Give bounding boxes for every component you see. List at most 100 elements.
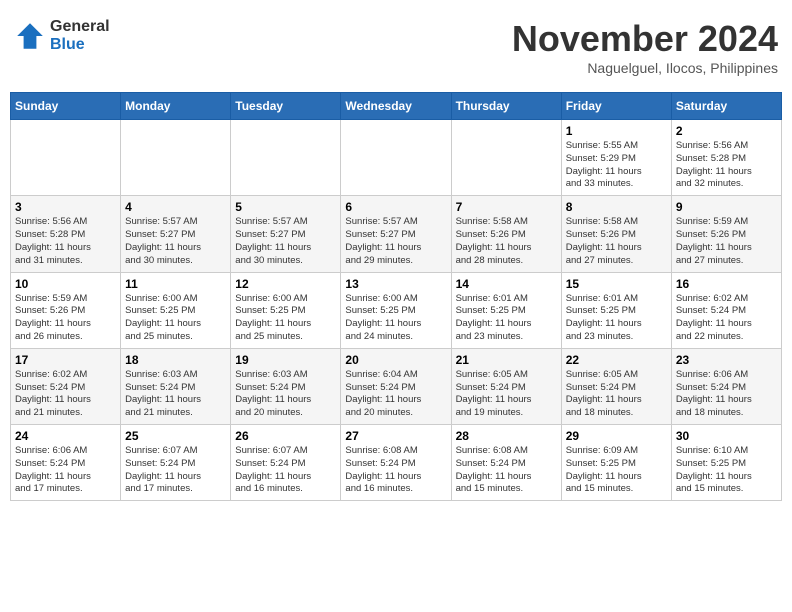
day-number: 28 <box>456 429 557 443</box>
week-row-1: 1Sunrise: 5:55 AM Sunset: 5:29 PM Daylig… <box>11 120 782 196</box>
day-number: 17 <box>15 353 116 367</box>
day-number: 7 <box>456 200 557 214</box>
day-info: Sunrise: 6:01 AM Sunset: 5:25 PM Dayligh… <box>456 293 557 344</box>
day-number: 4 <box>125 200 226 214</box>
logo: General Blue <box>14 18 110 53</box>
week-row-3: 10 Sunrise: 5:59 AM Sunset: 5:26 PM Dayli… <box>11 272 782 348</box>
day-info: Sunrise: 6:06 AM Sunset: 5:24 PM Dayligh… <box>676 369 777 420</box>
day-info: Sunrise: 6:04 AM Sunset: 5:24 PM Dayligh… <box>345 369 446 420</box>
weekday-header-monday: Monday <box>121 93 231 120</box>
page-header: General Blue November 2024 Naguelguel, I… <box>10 10 782 84</box>
weekday-header-saturday: Saturday <box>671 93 781 120</box>
day-number: 14 <box>456 277 557 291</box>
day-cell: 8 Sunrise: 5:58 AM Sunset: 5:26 PM Daylig… <box>561 196 671 272</box>
day-cell: 24 Sunrise: 6:06 AM Sunset: 5:24 PM Dayli… <box>11 425 121 501</box>
weekday-header-wednesday: Wednesday <box>341 93 451 120</box>
day-cell: 26Sunrise: 6:07 AM Sunset: 5:24 PM Dayli… <box>231 425 341 501</box>
day-info: Sunrise: 6:03 AM Sunset: 5:24 PM Dayligh… <box>235 369 336 420</box>
day-number: 24 <box>15 429 116 443</box>
day-number: 3 <box>15 200 116 214</box>
day-cell: 21 Sunrise: 6:05 AM Sunset: 5:24 PM Dayli… <box>451 348 561 424</box>
day-info: Sunrise: 6:09 AM Sunset: 5:25 PM Dayligh… <box>566 445 667 496</box>
day-cell <box>121 120 231 196</box>
day-cell: 2 Sunrise: 5:56 AM Sunset: 5:28 PM Daylig… <box>671 120 781 196</box>
day-number: 18 <box>125 353 226 367</box>
title-block: November 2024 Naguelguel, Ilocos, Philip… <box>512 18 778 76</box>
logo-blue-text: Blue <box>50 36 110 54</box>
day-number: 13 <box>345 277 446 291</box>
day-cell: 19 Sunrise: 6:03 AM Sunset: 5:24 PM Dayli… <box>231 348 341 424</box>
day-number: 16 <box>676 277 777 291</box>
day-cell: 1Sunrise: 5:55 AM Sunset: 5:29 PM Daylig… <box>561 120 671 196</box>
day-cell: 13 Sunrise: 6:00 AM Sunset: 5:25 PM Dayli… <box>341 272 451 348</box>
logo-text: General Blue <box>50 18 110 53</box>
day-cell: 7 Sunrise: 5:58 AM Sunset: 5:26 PM Daylig… <box>451 196 561 272</box>
day-info: Sunrise: 6:07 AM Sunset: 5:24 PM Dayligh… <box>125 445 226 496</box>
day-number: 25 <box>125 429 226 443</box>
day-info: Sunrise: 6:00 AM Sunset: 5:25 PM Dayligh… <box>345 293 446 344</box>
day-number: 30 <box>676 429 777 443</box>
day-cell: 25 Sunrise: 6:07 AM Sunset: 5:24 PM Dayli… <box>121 425 231 501</box>
day-number: 27 <box>345 429 446 443</box>
day-cell: 16Sunrise: 6:02 AM Sunset: 5:24 PM Dayli… <box>671 272 781 348</box>
day-number: 15 <box>566 277 667 291</box>
day-cell <box>231 120 341 196</box>
day-info: Sunrise: 6:01 AM Sunset: 5:25 PM Dayligh… <box>566 293 667 344</box>
day-cell: 17Sunrise: 6:02 AM Sunset: 5:24 PM Dayli… <box>11 348 121 424</box>
day-info: Sunrise: 6:08 AM Sunset: 5:24 PM Dayligh… <box>456 445 557 496</box>
day-number: 2 <box>676 124 777 138</box>
day-cell <box>11 120 121 196</box>
day-cell: 14 Sunrise: 6:01 AM Sunset: 5:25 PM Dayli… <box>451 272 561 348</box>
day-info: Sunrise: 5:59 AM Sunset: 5:26 PM Dayligh… <box>15 293 116 344</box>
calendar-table: SundayMondayTuesdayWednesdayThursdayFrid… <box>10 92 782 501</box>
logo-general-text: General <box>50 18 110 36</box>
day-cell: 28 Sunrise: 6:08 AM Sunset: 5:24 PM Dayli… <box>451 425 561 501</box>
day-cell: 22 Sunrise: 6:05 AM Sunset: 5:24 PM Dayli… <box>561 348 671 424</box>
day-cell: 23 Sunrise: 6:06 AM Sunset: 5:24 PM Dayli… <box>671 348 781 424</box>
day-cell: 10 Sunrise: 5:59 AM Sunset: 5:26 PM Dayli… <box>11 272 121 348</box>
day-number: 19 <box>235 353 336 367</box>
week-row-2: 3 Sunrise: 5:56 AM Sunset: 5:28 PM Daylig… <box>11 196 782 272</box>
day-number: 8 <box>566 200 667 214</box>
day-number: 10 <box>15 277 116 291</box>
day-info: Sunrise: 5:56 AM Sunset: 5:28 PM Dayligh… <box>15 216 116 267</box>
day-cell: 27 Sunrise: 6:08 AM Sunset: 5:24 PM Dayli… <box>341 425 451 501</box>
day-cell <box>341 120 451 196</box>
day-info: Sunrise: 5:55 AM Sunset: 5:29 PM Dayligh… <box>566 140 667 191</box>
day-cell: 9Sunrise: 5:59 AM Sunset: 5:26 PM Daylig… <box>671 196 781 272</box>
day-info: Sunrise: 6:06 AM Sunset: 5:24 PM Dayligh… <box>15 445 116 496</box>
weekday-header-sunday: Sunday <box>11 93 121 120</box>
day-number: 5 <box>235 200 336 214</box>
day-info: Sunrise: 5:56 AM Sunset: 5:28 PM Dayligh… <box>676 140 777 191</box>
day-number: 23 <box>676 353 777 367</box>
logo-icon <box>14 20 46 52</box>
day-number: 22 <box>566 353 667 367</box>
week-row-4: 17Sunrise: 6:02 AM Sunset: 5:24 PM Dayli… <box>11 348 782 424</box>
day-cell: 6Sunrise: 5:57 AM Sunset: 5:27 PM Daylig… <box>341 196 451 272</box>
day-info: Sunrise: 6:00 AM Sunset: 5:25 PM Dayligh… <box>235 293 336 344</box>
week-row-5: 24 Sunrise: 6:06 AM Sunset: 5:24 PM Dayli… <box>11 425 782 501</box>
day-number: 11 <box>125 277 226 291</box>
day-info: Sunrise: 6:05 AM Sunset: 5:24 PM Dayligh… <box>566 369 667 420</box>
day-cell: 18 Sunrise: 6:03 AM Sunset: 5:24 PM Dayli… <box>121 348 231 424</box>
location-text: Naguelguel, Ilocos, Philippines <box>512 60 778 76</box>
day-number: 20 <box>345 353 446 367</box>
day-number: 9 <box>676 200 777 214</box>
day-info: Sunrise: 5:58 AM Sunset: 5:26 PM Dayligh… <box>566 216 667 267</box>
day-info: Sunrise: 5:57 AM Sunset: 5:27 PM Dayligh… <box>125 216 226 267</box>
day-info: Sunrise: 6:00 AM Sunset: 5:25 PM Dayligh… <box>125 293 226 344</box>
day-cell: 15 Sunrise: 6:01 AM Sunset: 5:25 PM Dayli… <box>561 272 671 348</box>
day-cell: 11 Sunrise: 6:00 AM Sunset: 5:25 PM Dayli… <box>121 272 231 348</box>
day-cell: 4 Sunrise: 5:57 AM Sunset: 5:27 PM Daylig… <box>121 196 231 272</box>
day-number: 21 <box>456 353 557 367</box>
day-info: Sunrise: 6:03 AM Sunset: 5:24 PM Dayligh… <box>125 369 226 420</box>
day-info: Sunrise: 6:08 AM Sunset: 5:24 PM Dayligh… <box>345 445 446 496</box>
day-cell: 3 Sunrise: 5:56 AM Sunset: 5:28 PM Daylig… <box>11 196 121 272</box>
day-info: Sunrise: 5:58 AM Sunset: 5:26 PM Dayligh… <box>456 216 557 267</box>
day-info: Sunrise: 5:57 AM Sunset: 5:27 PM Dayligh… <box>345 216 446 267</box>
day-info: Sunrise: 6:05 AM Sunset: 5:24 PM Dayligh… <box>456 369 557 420</box>
day-number: 29 <box>566 429 667 443</box>
month-title: November 2024 <box>512 18 778 60</box>
weekday-header-friday: Friday <box>561 93 671 120</box>
day-info: Sunrise: 6:07 AM Sunset: 5:24 PM Dayligh… <box>235 445 336 496</box>
